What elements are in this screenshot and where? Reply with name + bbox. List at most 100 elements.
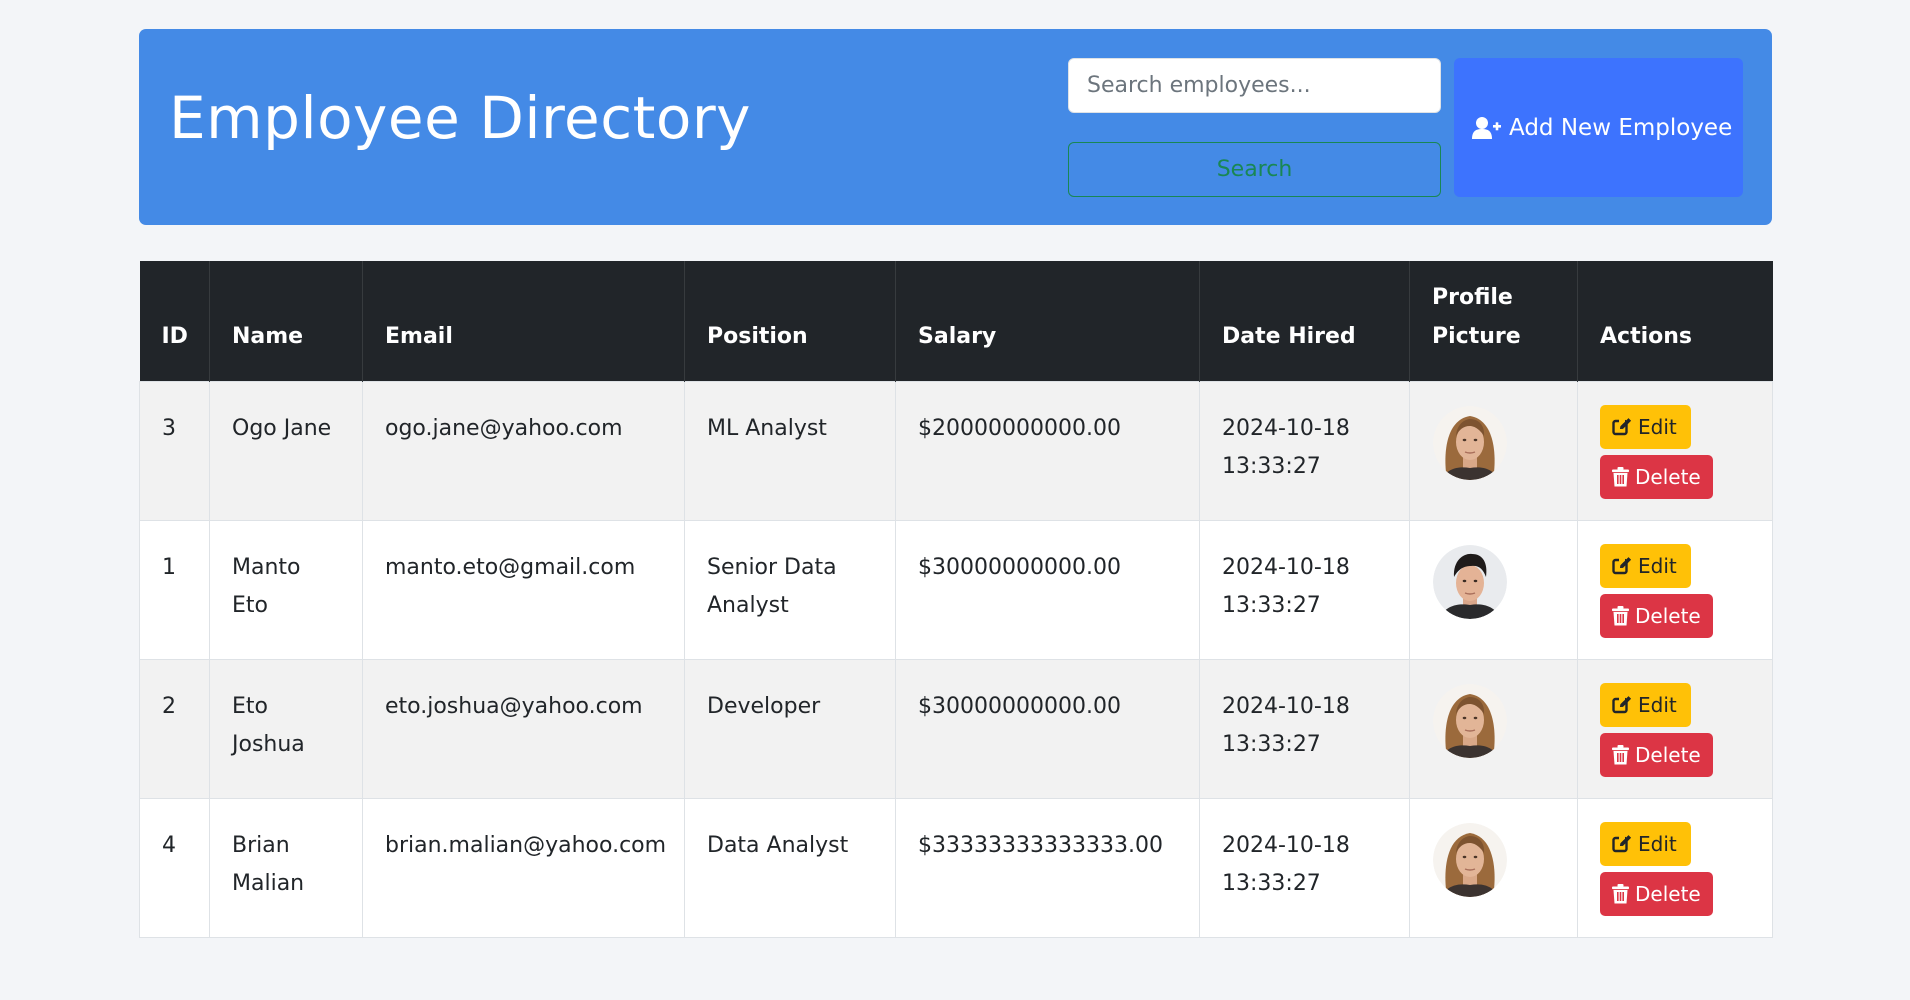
employee-table-container: ID Name Email Position Salary Date Hired…	[139, 261, 1773, 938]
edit-label: Edit	[1638, 831, 1677, 856]
edit-button[interactable]: Edit	[1600, 682, 1691, 727]
cell-position: ML Analyst	[684, 380, 896, 521]
cell-name: Eto Joshua	[209, 658, 363, 799]
column-header-date-hired[interactable]: Date Hired	[1199, 261, 1410, 381]
cell-actions: Edit Delete	[1577, 380, 1773, 521]
avatar	[1432, 544, 1555, 619]
cell-position: Data Analyst	[684, 797, 896, 938]
page-title: Employee Directory	[169, 84, 752, 152]
column-header-position[interactable]: Position	[684, 261, 896, 381]
cell-email: brian.malian@yahoo.com	[362, 797, 685, 938]
column-header-id[interactable]: ID	[139, 261, 210, 381]
cell-date-hired: 2024-10-18 13:33:27	[1199, 519, 1410, 660]
table-row: 4 Brian Malian brian.malian@yahoo.com Da…	[139, 797, 1773, 938]
delete-label: Delete	[1635, 603, 1701, 628]
edit-icon	[1612, 834, 1632, 854]
cell-position: Developer	[684, 658, 896, 799]
table-header-row: ID Name Email Position Salary Date Hired…	[139, 261, 1773, 381]
avatar	[1432, 683, 1555, 758]
employee-position: ML Analyst	[707, 415, 827, 441]
add-employee-label: Add New Employee	[1509, 114, 1733, 141]
column-header-salary[interactable]: Salary	[895, 261, 1200, 381]
employee-date-hired: 2024-10-18 13:33:27	[1222, 693, 1350, 757]
cell-email: eto.joshua@yahoo.com	[362, 658, 685, 799]
employee-email: ogo.jane@yahoo.com	[385, 415, 623, 441]
edit-icon	[1612, 556, 1632, 576]
delete-label: Delete	[1635, 881, 1701, 906]
employee-salary: $30000000000.00	[918, 554, 1121, 580]
cell-actions: Edit Delete	[1577, 658, 1773, 799]
cell-id: 2	[139, 658, 210, 799]
cell-salary: $20000000000.00	[895, 380, 1200, 521]
delete-button[interactable]: Delete	[1600, 593, 1713, 638]
cell-date-hired: 2024-10-18 13:33:27	[1199, 658, 1410, 799]
cell-date-hired: 2024-10-18 13:33:27	[1199, 380, 1410, 521]
employee-position: Developer	[707, 693, 821, 719]
cell-email: manto.eto@gmail.com	[362, 519, 685, 660]
column-header-name[interactable]: Name	[209, 261, 363, 381]
employee-id: 3	[162, 415, 176, 441]
employee-position: Senior Data Analyst	[707, 554, 837, 618]
avatar	[1432, 822, 1555, 897]
delete-label: Delete	[1635, 464, 1701, 489]
employee-id: 1	[162, 554, 176, 580]
trash-icon	[1612, 744, 1629, 765]
cell-profile-picture	[1409, 797, 1578, 938]
edit-icon	[1612, 695, 1632, 715]
employee-id: 4	[162, 832, 176, 858]
employee-position: Data Analyst	[707, 832, 849, 858]
edit-label: Edit	[1638, 553, 1677, 578]
column-header-profile-picture[interactable]: Profile Picture	[1409, 261, 1578, 381]
cell-id: 3	[139, 380, 210, 521]
employee-date-hired: 2024-10-18 13:33:27	[1222, 832, 1350, 896]
employee-name: Brian Malian	[232, 832, 305, 896]
employee-name: Eto Joshua	[232, 693, 305, 757]
delete-button[interactable]: Delete	[1600, 871, 1713, 916]
employee-salary: $30000000000.00	[918, 693, 1121, 719]
table-row: 1 Manto Eto manto.eto@gmail.com Senior D…	[139, 519, 1773, 660]
add-employee-button[interactable]: Add New Employee	[1454, 58, 1743, 197]
employee-id: 2	[162, 693, 176, 719]
delete-label: Delete	[1635, 742, 1701, 767]
delete-button[interactable]: Delete	[1600, 454, 1713, 499]
cell-actions: Edit Delete	[1577, 797, 1773, 938]
edit-button[interactable]: Edit	[1600, 404, 1691, 449]
edit-icon	[1612, 417, 1632, 437]
delete-button[interactable]: Delete	[1600, 732, 1713, 777]
employee-name: Manto Eto	[232, 554, 301, 618]
search-button[interactable]: Search	[1068, 142, 1441, 197]
employee-email: manto.eto@gmail.com	[385, 554, 636, 580]
trash-icon	[1612, 605, 1629, 626]
cell-position: Senior Data Analyst	[684, 519, 896, 660]
cell-name: Ogo Jane	[209, 380, 363, 521]
user-plus-icon	[1472, 116, 1502, 140]
cell-id: 1	[139, 519, 210, 660]
search-input[interactable]	[1068, 58, 1441, 113]
cell-id: 4	[139, 797, 210, 938]
trash-icon	[1612, 466, 1629, 487]
cell-date-hired: 2024-10-18 13:33:27	[1199, 797, 1410, 938]
employee-email: eto.joshua@yahoo.com	[385, 693, 643, 719]
edit-button[interactable]: Edit	[1600, 821, 1691, 866]
cell-salary: $30000000000.00	[895, 519, 1200, 660]
cell-name: Manto Eto	[209, 519, 363, 660]
employee-date-hired: 2024-10-18 13:33:27	[1222, 554, 1350, 618]
cell-actions: Edit Delete	[1577, 519, 1773, 660]
column-header-actions[interactable]: Actions	[1577, 261, 1773, 381]
employee-date-hired: 2024-10-18 13:33:27	[1222, 415, 1350, 479]
employee-table: ID Name Email Position Salary Date Hired…	[139, 261, 1773, 938]
edit-label: Edit	[1638, 692, 1677, 717]
employee-salary: $20000000000.00	[918, 415, 1121, 441]
cell-salary: $33333333333333.00	[895, 797, 1200, 938]
page: Employee Directory Search Add New Employ…	[0, 0, 1910, 1000]
cell-salary: $30000000000.00	[895, 658, 1200, 799]
edit-button[interactable]: Edit	[1600, 543, 1691, 588]
cell-name: Brian Malian	[209, 797, 363, 938]
column-header-email[interactable]: Email	[362, 261, 685, 381]
table-row: 3 Ogo Jane ogo.jane@yahoo.com ML Analyst…	[139, 380, 1773, 521]
cell-profile-picture	[1409, 658, 1578, 799]
trash-icon	[1612, 883, 1629, 904]
cell-profile-picture	[1409, 380, 1578, 521]
employee-email: brian.malian@yahoo.com	[385, 832, 667, 858]
cell-email: ogo.jane@yahoo.com	[362, 380, 685, 521]
